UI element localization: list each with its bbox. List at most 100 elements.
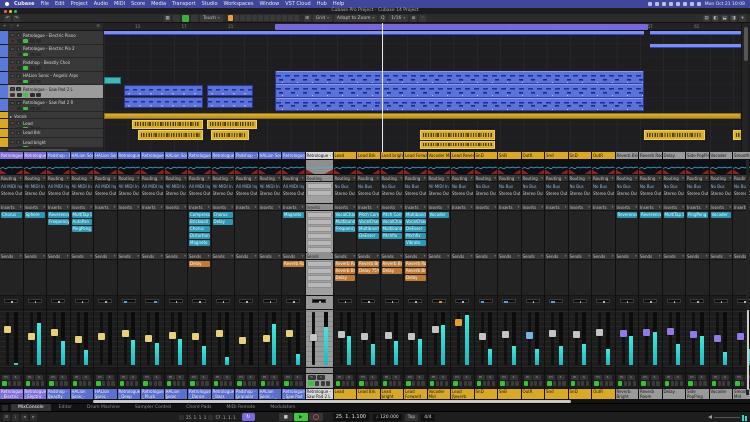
channel-tab[interactable]: Retrologue - Saw Pad 2 R	[282, 152, 305, 160]
channel-record-button[interactable]	[55, 381, 58, 386]
routing-output[interactable]: Stereo Out	[523, 190, 544, 197]
playhead[interactable]	[382, 23, 383, 152]
mixer-channel[interactable]: HALion Sonic - Beach PianoRouting▾All MI…	[94, 152, 118, 399]
routing-output[interactable]: Stereo Out	[452, 190, 473, 197]
channel-mute-button[interactable]: m	[712, 375, 720, 380]
channel-record-button[interactable]	[389, 381, 392, 386]
fader-cap[interactable]	[714, 335, 721, 342]
insert-slot[interactable]: Magneto	[189, 240, 210, 246]
midi-clip[interactable]	[124, 85, 203, 96]
channel-tab[interactable]: SnD	[475, 152, 498, 160]
eq-curve-display[interactable]	[639, 160, 662, 175]
channel-edit-button[interactable]	[699, 381, 702, 386]
midi-clip[interactable]	[276, 71, 643, 84]
channel-automation-button[interactable]	[64, 381, 67, 386]
rack-header-sends[interactable]: Sends▾	[639, 253, 662, 260]
insert-slot[interactable]: Frequency	[335, 226, 356, 232]
rack-header-sends[interactable]: Sends▾	[381, 253, 404, 260]
fader-cap[interactable]	[192, 333, 199, 340]
rack-header-sends[interactable]: Sends▾	[188, 253, 211, 260]
eq-curve-display[interactable]	[498, 160, 521, 175]
channel-solo-button[interactable]: s	[510, 375, 518, 380]
channel-solo-button[interactable]: s	[698, 375, 706, 380]
channel-record-button[interactable]	[173, 381, 176, 386]
track-solo-button[interactable]: s	[16, 87, 21, 91]
lower-zone-icon[interactable]: ⬓	[721, 15, 728, 22]
channel-name-label[interactable]: Lead Brk	[357, 389, 380, 399]
write-automation-button[interactable]	[36, 66, 41, 70]
channel-name-label[interactable]: SnD	[475, 389, 498, 399]
channel-tab[interactable]: SnD	[569, 152, 592, 160]
left-locator-icon[interactable]	[179, 415, 184, 420]
left-zone-icon[interactable]: ◧	[712, 15, 719, 22]
channel-record-button[interactable]	[741, 381, 744, 386]
eq-curve-display[interactable]	[212, 160, 235, 175]
routing-input[interactable]: All MIDI Inputs	[166, 183, 187, 190]
rack-header-inserts[interactable]: Inserts▾	[188, 204, 211, 211]
channel-automation-button[interactable]	[609, 381, 612, 386]
mixer-channel[interactable]: SndRouting▾No BusStereo OutInserts▾Sends…	[545, 152, 569, 399]
channel-edit-button[interactable]	[201, 381, 204, 386]
monitor-button[interactable]	[17, 80, 22, 84]
routing-output[interactable]: Stereo Out	[283, 190, 304, 197]
routing-output[interactable]	[307, 190, 332, 196]
channel-record-button[interactable]	[102, 381, 105, 386]
insert-slot[interactable]: Brickwall	[189, 219, 210, 225]
rack-header-sends[interactable]: Sends▾	[357, 253, 380, 260]
menubar-clock[interactable]: Mon Oct 21 10:08	[705, 2, 745, 7]
rack-header-inserts[interactable]: Inserts▾	[451, 204, 474, 211]
midi-clip[interactable]	[207, 85, 253, 96]
channel-automation-button[interactable]	[398, 381, 401, 386]
record-arm-button[interactable]	[10, 80, 15, 84]
channel-monitor-button[interactable]	[2, 381, 7, 386]
rack-header-sends[interactable]: Sends▾	[0, 253, 23, 260]
rack-header-inserts[interactable]: Inserts▾	[235, 204, 258, 211]
fader-track[interactable]	[53, 312, 56, 365]
channel-monitor-button[interactable]	[571, 381, 576, 386]
fader-cap[interactable]	[216, 330, 223, 337]
menubar-item-window[interactable]: Window	[259, 1, 279, 7]
pan-control[interactable]	[714, 299, 728, 303]
eq-curve-display[interactable]	[616, 160, 639, 175]
eq-curve-display[interactable]	[357, 160, 380, 175]
pan-control[interactable]	[549, 299, 563, 303]
rack-header-inserts[interactable]: Inserts▾	[282, 204, 305, 211]
fader-cap[interactable]	[526, 332, 533, 339]
rack-header-routing[interactable]: Routing▾	[569, 175, 592, 182]
channel-name-label[interactable]: Reverb Room	[639, 389, 662, 399]
channel-name-label[interactable]: Padshop - Granular Pad	[235, 389, 258, 399]
rack-header-sends[interactable]: Sends▾	[165, 253, 188, 260]
channel-name-label[interactable]: Retrologue - Saw Pad 2 L	[306, 389, 333, 399]
channel-automation-button[interactable]	[703, 381, 706, 386]
channel-monitor-button[interactable]	[237, 381, 242, 386]
bluetooth-icon[interactable]	[655, 2, 659, 6]
rack-header-inserts[interactable]: Inserts▾	[357, 204, 380, 211]
routing-input[interactable]: All MIDI Inputs	[119, 183, 140, 190]
channel-name-label[interactable]: Reverb Bright	[616, 389, 639, 399]
insert-slot[interactable]: Magneto	[283, 212, 304, 218]
mixer-channel[interactable]: Vocoder MidRouting▾All MIDI InputsStereo…	[428, 152, 452, 399]
rack-header-inserts[interactable]: Inserts▾	[165, 204, 188, 211]
fader-cap[interactable]	[28, 333, 35, 340]
line-tool[interactable]	[282, 15, 287, 21]
channel-mute-button[interactable]: m	[688, 375, 696, 380]
channel-solo-button[interactable]: s	[557, 375, 565, 380]
midi-clip[interactable]	[650, 31, 741, 35]
insert-slot[interactable]: PingPong Delay	[687, 212, 708, 218]
mixer-channel[interactable]: Retrologue - Bass SynthRouting▾All MIDI …	[212, 152, 236, 399]
channel-record-button[interactable]	[436, 381, 439, 386]
apple-menu-icon[interactable]	[5, 2, 9, 6]
mixer-channel[interactable]: Retrologue - Electric Pia 2Routing▾All M…	[24, 152, 48, 399]
write-automation-button[interactable]	[36, 93, 41, 97]
undo-icon[interactable]: ↶	[4, 15, 11, 22]
routing-input[interactable]: No Bus	[523, 183, 544, 190]
rack-header-routing[interactable]: Routing▾	[639, 175, 662, 182]
fader-cap[interactable]	[122, 330, 129, 337]
fader-cap[interactable]	[385, 332, 392, 339]
channel-edit-button[interactable]	[224, 381, 227, 386]
mixer-channel[interactable]: SnDRouting▾No BusStereo OutInserts▾Sends…	[569, 152, 593, 399]
channel-monitor-button[interactable]	[167, 381, 172, 386]
read-automation-button[interactable]	[30, 137, 35, 138]
send-slot[interactable]: Reverb Room	[335, 261, 356, 267]
fader-cap[interactable]	[596, 329, 603, 336]
